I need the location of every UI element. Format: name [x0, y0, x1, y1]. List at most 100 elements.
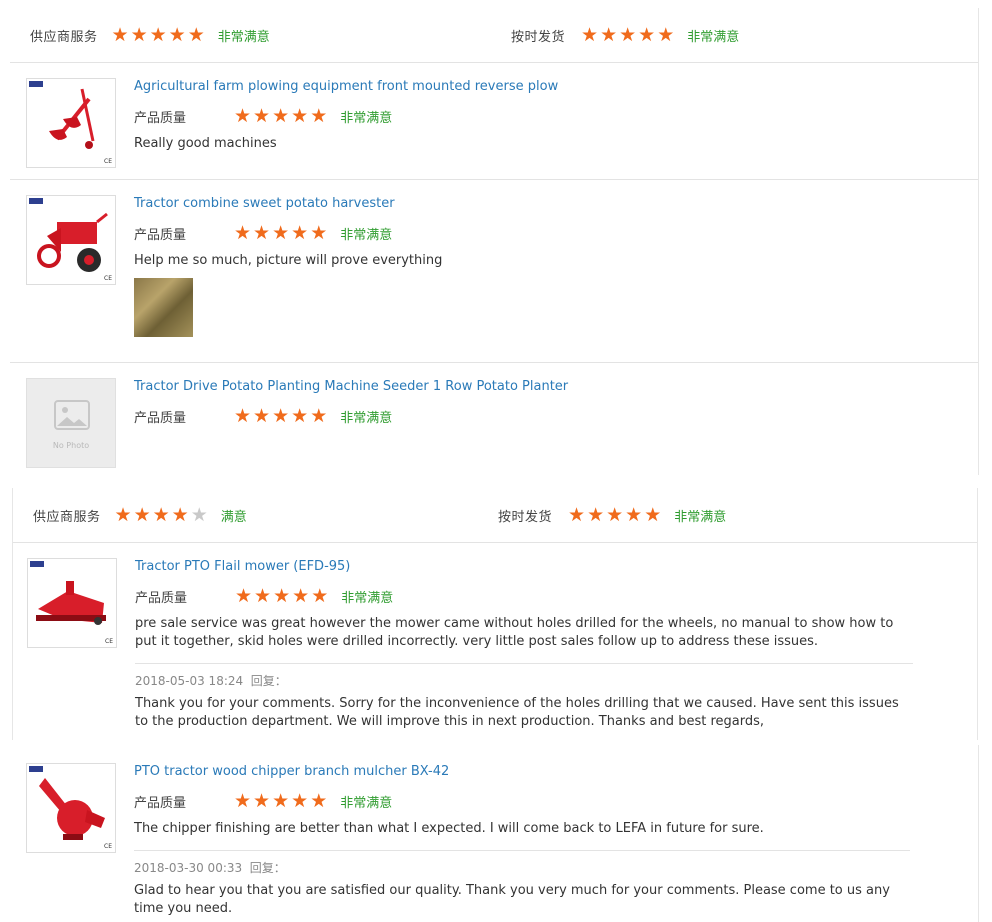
star-filled-icon: ★ — [644, 503, 662, 526]
star-filled-icon: ★ — [291, 104, 309, 127]
star-filled-icon: ★ — [606, 503, 624, 526]
star-rating: ★ ★ ★ ★ ★ — [111, 23, 205, 46]
ce-mark-icon: CE — [104, 275, 112, 282]
product-thumbnail[interactable]: CE — [26, 763, 116, 853]
product-quality-row: 产品质量 ★ ★ ★ ★ ★ 非常满意 — [134, 223, 918, 243]
harvester-icon — [37, 212, 108, 272]
star-filled-icon: ★ — [168, 23, 186, 46]
plow-icon — [49, 88, 95, 149]
star-filled-icon: ★ — [187, 23, 205, 46]
brand-badge-icon — [30, 561, 44, 567]
image-placeholder-icon — [54, 400, 90, 430]
product-title-link[interactable]: Tractor combine sweet potato harvester — [134, 195, 918, 213]
reply-label: 回复： — [249, 861, 286, 875]
product-quality-label: 产品质量 — [135, 590, 188, 606]
rating-text: 非常满意 — [687, 29, 740, 45]
star-rating: ★ ★ ★ ★ ★ — [114, 503, 208, 526]
review-comment: Help me so much, picture will prove ever… — [134, 253, 443, 268]
rating-text: 满意 — [220, 509, 247, 525]
rating-text: 非常满意 — [674, 509, 727, 525]
star-filled-icon: ★ — [581, 23, 599, 46]
rating-summary: 供应商服务 ★ ★ ★ ★ ★ 满意 按时发货 ★ ★ ★ ★ ★ 非常满意 — [13, 488, 977, 543]
brand-badge-icon — [29, 81, 43, 87]
star-rating: ★ ★ ★ ★ ★ — [581, 23, 675, 46]
star-filled-icon: ★ — [292, 584, 310, 607]
rating-text: 非常满意 — [217, 29, 270, 45]
ce-mark-icon: CE — [105, 638, 113, 645]
on-time-shipping-label: 按时发货 — [511, 29, 566, 45]
product-quality-row: 产品质量 ★ ★ ★ ★ ★ 非常满意 — [134, 106, 918, 126]
star-filled-icon: ★ — [253, 104, 271, 127]
reply-text: Glad to hear you that you are satisfied … — [134, 883, 890, 916]
product-quality-label: 产品质量 — [134, 110, 187, 126]
supplier-service-rating: 供应商服务 ★ ★ ★ ★ ★ 满意 — [33, 488, 247, 542]
review-item: CE PTO tractor wood chipper branch mulch… — [10, 745, 978, 922]
star-filled-icon: ★ — [291, 789, 309, 812]
product-quality-row: 产品质量 ★ ★ ★ ★ ★ 非常满意 — [134, 791, 910, 811]
star-filled-icon: ★ — [310, 221, 328, 244]
supplier-service-rating: 供应商服务 ★ ★ ★ ★ ★ 非常满意 — [30, 8, 270, 62]
star-filled-icon: ★ — [272, 104, 290, 127]
product-title-link[interactable]: Tractor Drive Potato Planting Machine Se… — [134, 378, 918, 396]
star-rating: ★ ★ ★ ★ ★ — [234, 789, 327, 812]
review-panel-2: 供应商服务 ★ ★ ★ ★ ★ 满意 按时发货 ★ ★ ★ ★ ★ 非常满意 CE Tracto… — [12, 488, 978, 740]
product-thumbnail[interactable]: CE — [26, 78, 116, 168]
star-filled-icon: ★ — [114, 503, 132, 526]
star-filled-icon: ★ — [111, 23, 129, 46]
reply-meta: 2018-05-03 18:24 回复： — [135, 672, 913, 690]
star-filled-icon: ★ — [253, 789, 271, 812]
on-time-shipping-label: 按时发货 — [498, 509, 553, 525]
reply-text: Thank you for your comments. Sorry for t… — [135, 696, 899, 729]
seller-reply: 2018-03-30 00:33 回复： Glad to hear you th… — [134, 850, 910, 918]
product-thumbnail[interactable]: No Photo — [26, 378, 116, 468]
review-item: CE Tractor PTO Flail mower (EFD-95) 产品质量… — [13, 543, 977, 740]
ce-mark-icon: CE — [104, 843, 112, 850]
star-filled-icon: ★ — [657, 23, 675, 46]
product-quality-label: 产品质量 — [134, 410, 187, 426]
star-filled-icon: ★ — [272, 221, 290, 244]
flail-mower-icon — [36, 581, 106, 625]
rating-text: 非常满意 — [340, 110, 393, 126]
star-filled-icon: ★ — [272, 789, 290, 812]
star-filled-icon: ★ — [619, 23, 637, 46]
rating-summary: 供应商服务 ★ ★ ★ ★ ★ 非常满意 按时发货 ★ ★ ★ ★ ★ 非常满意 — [10, 8, 978, 63]
product-quality-label: 产品质量 — [134, 227, 187, 243]
product-thumbnail[interactable]: CE — [27, 558, 117, 648]
review-comment: The chipper finishing are better than wh… — [134, 821, 764, 836]
star-filled-icon: ★ — [130, 23, 148, 46]
product-quality-label: 产品质量 — [134, 795, 187, 811]
star-filled-icon: ★ — [587, 503, 605, 526]
star-rating: ★ ★ ★ ★ ★ — [234, 221, 328, 244]
wood-chipper-icon — [39, 778, 105, 840]
star-rating: ★ ★ ★ ★ ★ — [234, 104, 327, 127]
product-title-link[interactable]: Agricultural farm plowing equipment fron… — [134, 78, 918, 96]
star-filled-icon: ★ — [171, 503, 189, 526]
reply-date: 2018-05-03 18:24 — [135, 674, 244, 688]
review-item: CE Agricultural farm plowing equipment f… — [10, 63, 978, 180]
star-filled-icon: ★ — [254, 584, 272, 607]
star-filled-icon: ★ — [253, 221, 271, 244]
review-panel-1: 供应商服务 ★ ★ ★ ★ ★ 非常满意 按时发货 ★ ★ ★ ★ ★ 非常满意 CE Agri… — [10, 8, 979, 475]
product-title-link[interactable]: PTO tractor wood chipper branch mulcher … — [134, 763, 910, 781]
star-filled-icon: ★ — [234, 221, 252, 244]
star-filled-icon: ★ — [234, 104, 252, 127]
star-filled-icon: ★ — [149, 23, 167, 46]
review-item: No Photo Tractor Drive Potato Planting M… — [10, 363, 978, 475]
star-filled-icon: ★ — [625, 503, 643, 526]
star-filled-icon: ★ — [273, 584, 291, 607]
rating-text: 非常满意 — [341, 590, 394, 606]
star-filled-icon: ★ — [600, 23, 618, 46]
review-panel-3: CE PTO tractor wood chipper branch mulch… — [10, 745, 979, 922]
star-rating: ★ ★ ★ ★ ★ — [235, 584, 328, 607]
star-filled-icon: ★ — [568, 503, 586, 526]
product-thumbnail[interactable]: CE — [26, 195, 116, 285]
seller-reply: 2018-05-03 18:24 回复： Thank you for your … — [135, 663, 913, 731]
rating-text: 非常满意 — [340, 227, 393, 243]
no-photo-text: No Photo — [52, 441, 90, 450]
review-photo[interactable] — [134, 278, 193, 337]
star-filled-icon: ★ — [638, 23, 656, 46]
star-filled-icon: ★ — [291, 221, 309, 244]
brand-badge-icon — [29, 198, 43, 204]
star-filled-icon: ★ — [235, 584, 253, 607]
product-title-link[interactable]: Tractor PTO Flail mower (EFD-95) — [135, 558, 913, 576]
